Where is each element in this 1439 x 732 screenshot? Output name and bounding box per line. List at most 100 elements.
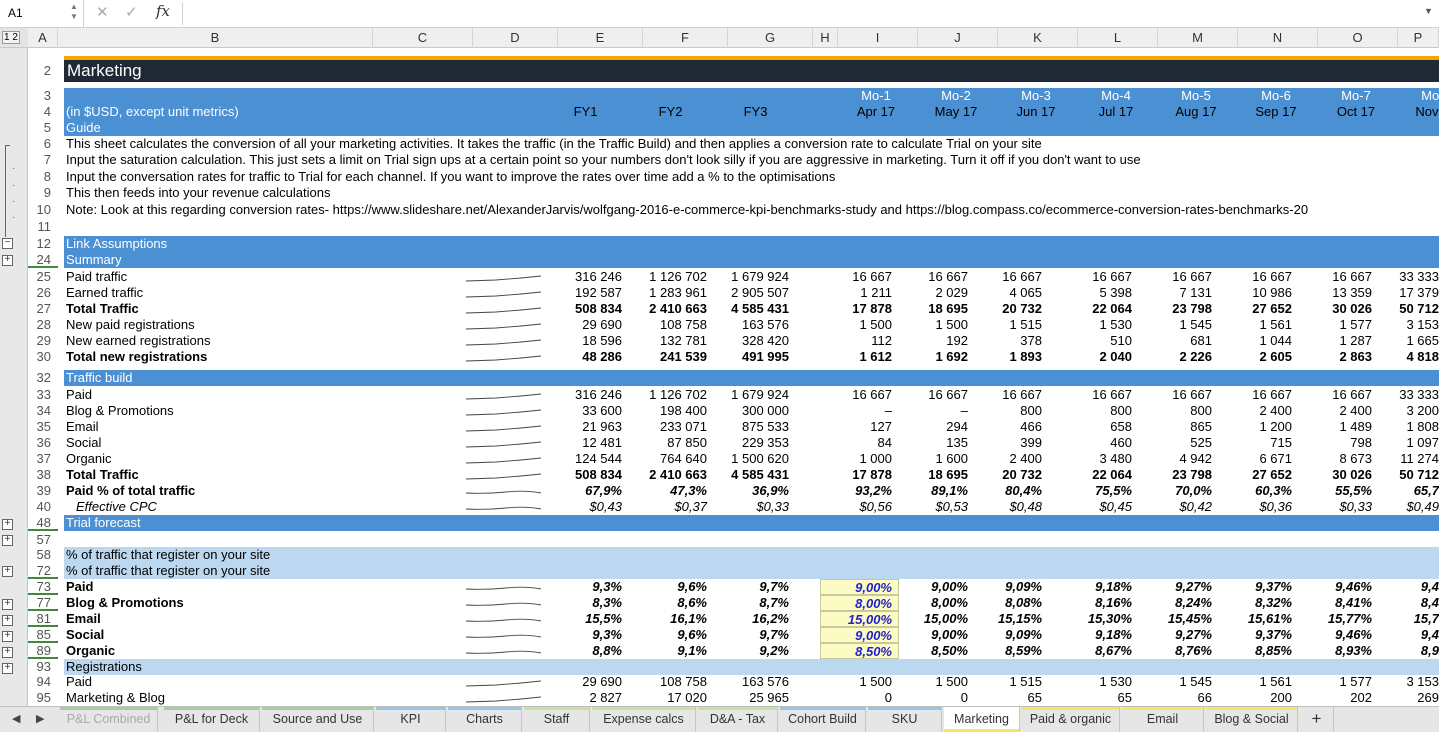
expand-group-icon[interactable]: +	[2, 663, 13, 674]
expand-group-icon[interactable]: +	[2, 599, 13, 610]
column-header-b[interactable]: B	[58, 28, 373, 48]
row-number[interactable]: 5	[28, 120, 58, 136]
traffic-build-row[interactable]: 32 Traffic build	[28, 370, 1439, 386]
column-header-m[interactable]: M	[1158, 28, 1238, 48]
tab-blog-social[interactable]: Blog & Social	[1206, 707, 1298, 732]
row-number[interactable]: 34	[28, 403, 58, 419]
row-number[interactable]: 28	[28, 317, 58, 333]
row-number[interactable]: 37	[28, 451, 58, 467]
expand-group-icon[interactable]: +	[2, 631, 13, 642]
data-row-29[interactable]: 29 New earned registrations 18 596 132 781 3…	[28, 333, 1439, 349]
pct-register-row-2[interactable]: 72 % of traffic that register on your sit…	[28, 563, 1439, 579]
tab-kpi[interactable]: KPI	[376, 707, 446, 732]
tab-charts[interactable]: Charts	[448, 707, 522, 732]
column-header-h[interactable]: H	[813, 28, 838, 48]
blank-row[interactable]: 11	[28, 219, 1439, 235]
title-row[interactable]: 2 Marketing	[28, 60, 1439, 82]
outline-level-buttons[interactable]: 1 2	[0, 28, 28, 48]
row-number[interactable]: 81	[28, 611, 58, 627]
row-number[interactable]: 40	[28, 499, 58, 515]
trial-forecast-row[interactable]: 48 Trial forecast	[28, 515, 1439, 531]
tab-cohort-build[interactable]: Cohort Build	[780, 707, 866, 732]
confirm-icon[interactable]: ✓	[125, 3, 138, 21]
data-row-36[interactable]: 36 Social 12 481 87 850 229 353 84 135 399 460 52…	[28, 435, 1439, 451]
data-row-38[interactable]: 38 Total Traffic 508 834 2 410 663 4 585 431…	[28, 467, 1439, 483]
name-box-stepper-icon[interactable]: ▲ ▼	[70, 2, 78, 22]
row-number[interactable]: 9	[28, 185, 58, 202]
data-row-81[interactable]: 81 Email 15,5% 16,1% 16,2% 15,00% 15,00% 15,15%…	[28, 611, 1439, 627]
row-number[interactable]: 2	[28, 60, 58, 82]
row-number[interactable]: 85	[28, 627, 58, 643]
row-number[interactable]: 24	[28, 252, 58, 268]
tab-paid-organic[interactable]: Paid & organic	[1022, 707, 1120, 732]
expand-group-icon[interactable]: +	[2, 615, 13, 626]
row-number[interactable]: 95	[28, 690, 58, 706]
data-row-94[interactable]: 94 Paid 29 690 108 758 163 576 1 500 1 500 1 51…	[28, 674, 1439, 690]
column-header-k[interactable]: K	[998, 28, 1078, 48]
column-header-p[interactable]: P	[1398, 28, 1439, 48]
tab-sku[interactable]: SKU	[868, 707, 942, 732]
data-row-28[interactable]: 28 New paid registrations 29 690 108 758 163…	[28, 317, 1439, 333]
column-header-j[interactable]: J	[918, 28, 998, 48]
guide-line[interactable]: 6 This sheet calculates the conversion of…	[28, 136, 1439, 152]
row-number[interactable]: 27	[28, 301, 58, 317]
row-number[interactable]: 93	[28, 659, 58, 675]
tab-source-and-use[interactable]: Source and Use	[262, 707, 374, 732]
data-row-30[interactable]: 30 Total new registrations 48 286 241 539 49…	[28, 349, 1439, 365]
column-header-a[interactable]: A	[28, 28, 58, 48]
row-number[interactable]: 32	[28, 370, 58, 386]
name-box[interactable]: A1 ▲ ▼	[0, 0, 84, 27]
year-row[interactable]: 4 (in $USD, except unit metrics) FY1 FY2 FY3…	[28, 104, 1439, 120]
row-number[interactable]: 57	[28, 532, 58, 548]
row-number[interactable]: 4	[28, 104, 58, 120]
blank-row[interactable]: 57	[28, 532, 1439, 548]
row-number[interactable]: 10	[28, 201, 58, 218]
column-header-c[interactable]: C	[373, 28, 473, 48]
tab-expense-calcs[interactable]: Expense calcs	[592, 707, 696, 732]
input-cell[interactable]: 8,00%	[820, 595, 899, 611]
row-number[interactable]: 58	[28, 547, 58, 563]
row-number[interactable]: 6	[28, 136, 58, 152]
row-number[interactable]: 72	[28, 563, 58, 579]
row-number[interactable]: 3	[28, 88, 58, 104]
row-number[interactable]: 30	[28, 349, 58, 365]
expand-group-icon[interactable]: +	[2, 566, 13, 577]
data-row-27[interactable]: 27 Total Traffic 508 834 2 410 663 4 585 431…	[28, 301, 1439, 317]
collapse-group-icon[interactable]: −	[2, 238, 13, 249]
row-number[interactable]: 38	[28, 467, 58, 483]
column-header-f[interactable]: F	[643, 28, 728, 48]
column-header-e[interactable]: E	[558, 28, 643, 48]
data-row-77[interactable]: 77 Blog & Promotions 8,3% 8,6% 8,7% 8,00% 8,00…	[28, 595, 1439, 611]
data-row-73[interactable]: 73 Paid 9,3% 9,6% 9,7% 9,00% 9,00% 9,09% 9,18% 9,…	[28, 579, 1439, 595]
expand-group-icon[interactable]: +	[2, 535, 13, 546]
month-row[interactable]: 3 Mo-1 Mo-2 Mo-3 Mo-4 Mo-5 Mo-6 Mo-7 Mo-8	[28, 88, 1439, 104]
guide-line[interactable]: 10 Note: Look at this regarding conversio…	[28, 201, 1439, 218]
input-cell[interactable]: 8,50%	[820, 643, 899, 659]
row-number[interactable]: 7	[28, 152, 58, 169]
data-row-25[interactable]: 25 Paid traffic 316 246 1 126 702 1 679 924 1…	[28, 269, 1439, 285]
row-number[interactable]: 33	[28, 387, 58, 403]
row-number[interactable]: 48	[28, 515, 58, 531]
data-row-85[interactable]: 85 Social 9,3% 9,6% 9,7% 9,00% 9,00% 9,09% 9,18%…	[28, 627, 1439, 643]
column-header-i[interactable]: I	[838, 28, 918, 48]
row-number[interactable]: 73	[28, 579, 58, 595]
row-number[interactable]: 35	[28, 419, 58, 435]
outline-levels[interactable]: 1 2	[2, 31, 20, 44]
tab-d-a-tax[interactable]: D&A - Tax	[698, 707, 778, 732]
data-row-95[interactable]: 95 Marketing & Blog 2 827 17 020 25 965 0 0 65 6…	[28, 690, 1439, 706]
formula-input[interactable]	[182, 2, 1417, 25]
expand-group-icon[interactable]: +	[2, 255, 13, 266]
tab-scroll-right-icon[interactable]: ▶	[36, 712, 44, 725]
row-number[interactable]: 77	[28, 595, 58, 611]
data-row-89[interactable]: 89 Organic 8,8% 9,1% 9,2% 8,50% 8,50% 8,59% 8,67…	[28, 643, 1439, 659]
guide-line[interactable]: 9 This then feeds into your revenue calcu…	[28, 185, 1439, 202]
tab-staff[interactable]: Staff	[524, 707, 590, 732]
guide-line[interactable]: 8 Input the conversation rates for traffi…	[28, 168, 1439, 185]
row-number[interactable]: 36	[28, 435, 58, 451]
column-header-l[interactable]: L	[1078, 28, 1158, 48]
summary-row[interactable]: 24 Summary	[28, 252, 1439, 268]
data-row-37[interactable]: 37 Organic 124 544 764 640 1 500 620 1 000 1 6…	[28, 451, 1439, 467]
tab-scroll-left-icon[interactable]: ◀	[12, 712, 20, 725]
expand-group-icon[interactable]: +	[2, 519, 13, 530]
data-row-35[interactable]: 35 Email 21 963 233 071 875 533 127 294 466 658 8…	[28, 419, 1439, 435]
